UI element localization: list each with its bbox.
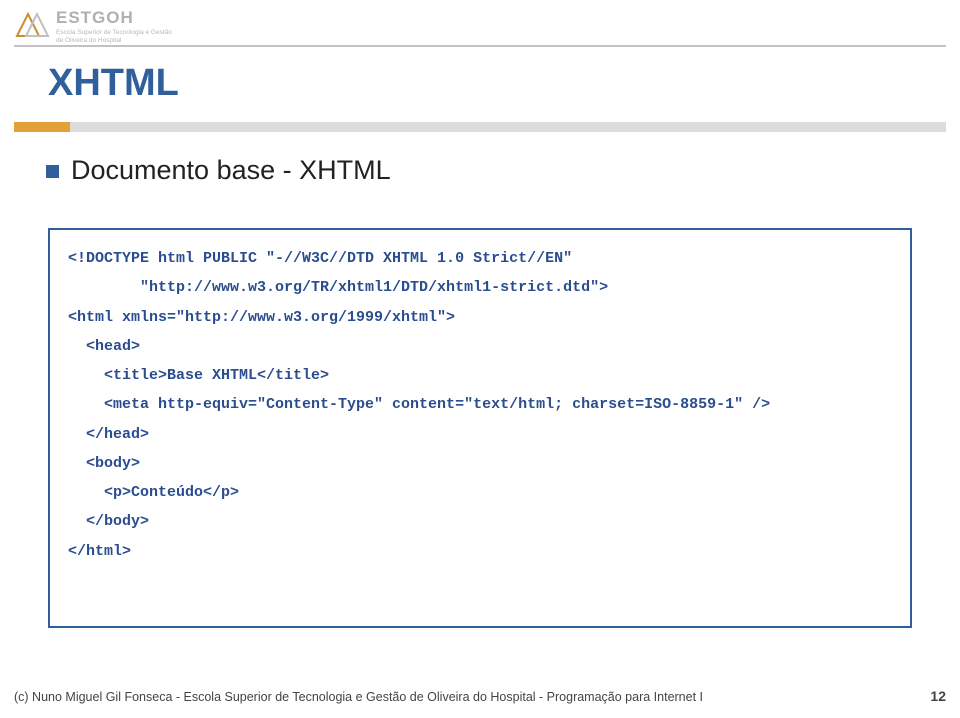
header-rule	[14, 45, 946, 47]
bullet-square-icon	[46, 165, 59, 178]
gray-bar	[70, 122, 946, 132]
page-number: 12	[930, 688, 946, 704]
logo-title: ESTGOH	[56, 8, 172, 28]
accent-bar	[14, 122, 70, 132]
bullet-row: Documento base - XHTML	[46, 155, 391, 186]
footer: (c) Nuno Miguel Gil Fonseca - Escola Sup…	[14, 688, 946, 704]
logo-icon	[14, 8, 52, 40]
code-content: <!DOCTYPE html PUBLIC "-//W3C//DTD XHTML…	[68, 244, 892, 566]
logo-sub2: de Oliveira do Hospital	[56, 37, 172, 44]
footer-credits: (c) Nuno Miguel Gil Fonseca - Escola Sup…	[14, 690, 703, 704]
logo-sub1: Escola Superior de Tecnologia e Gestão	[56, 29, 172, 36]
bullet-text: Documento base - XHTML	[71, 155, 391, 186]
logo: ESTGOH Escola Superior de Tecnologia e G…	[14, 8, 172, 44]
code-block: <!DOCTYPE html PUBLIC "-//W3C//DTD XHTML…	[48, 228, 912, 628]
slide-title: XHTML	[48, 62, 179, 105]
